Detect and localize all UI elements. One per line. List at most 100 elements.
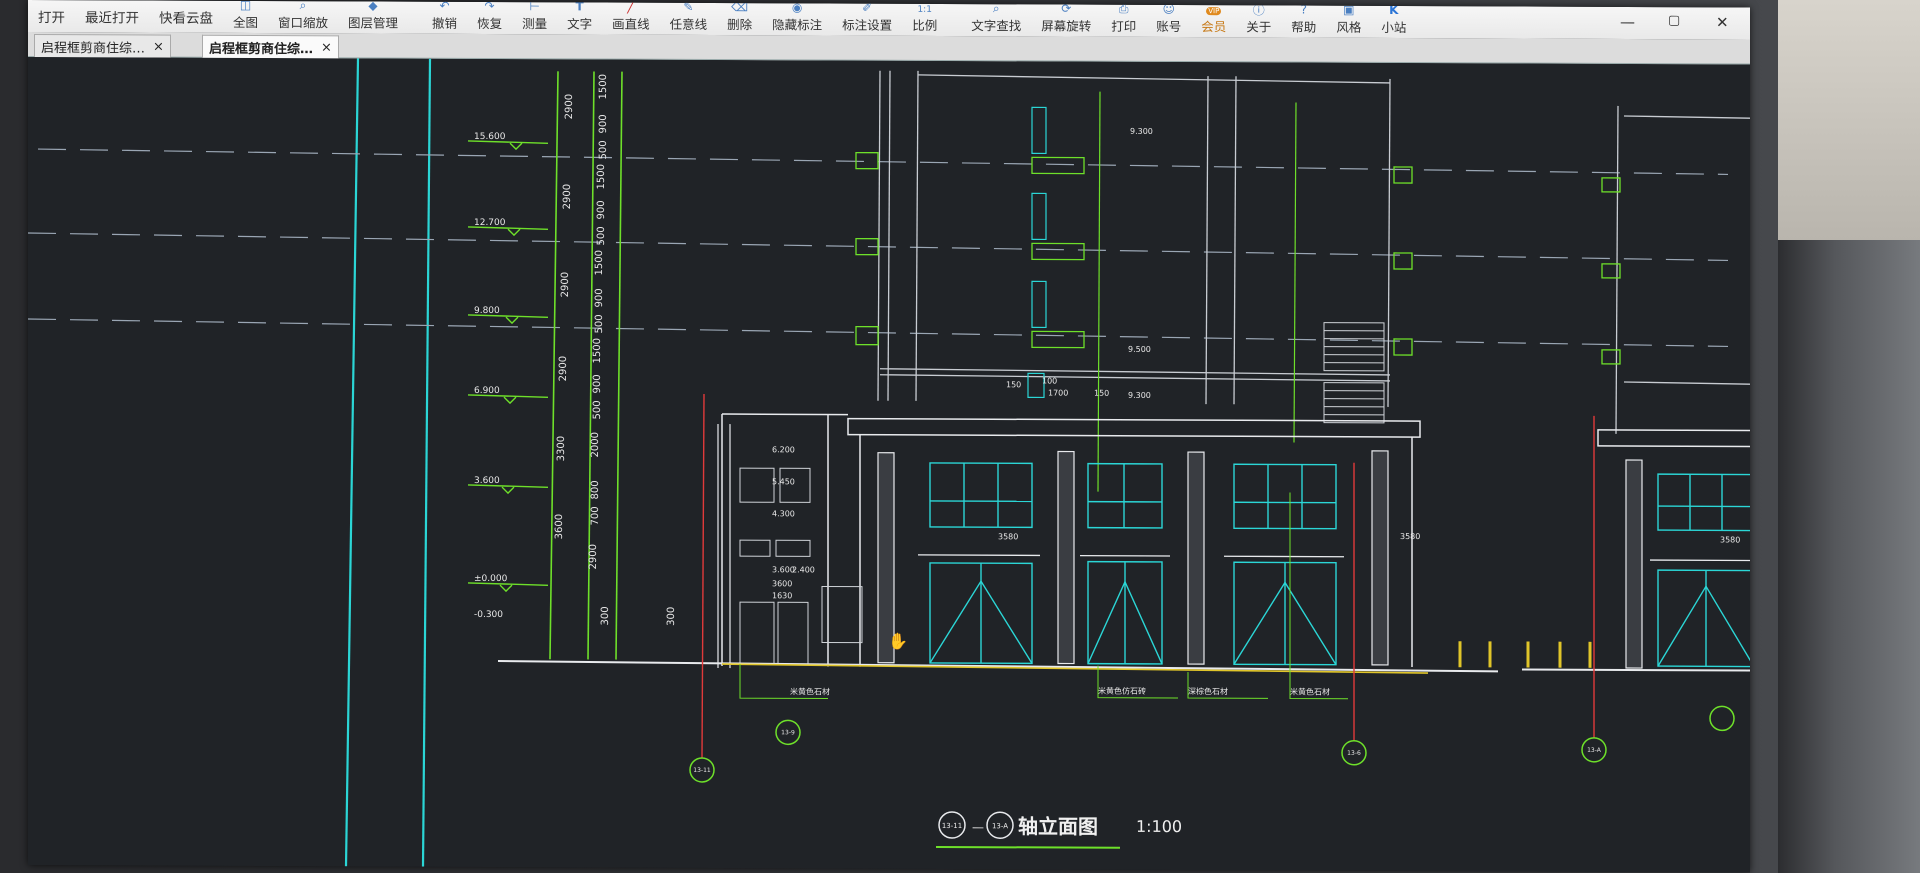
toolbar-label: 文字	[567, 16, 593, 32]
annotation: 9.300	[1128, 391, 1151, 400]
undo-icon: ↶	[439, 0, 450, 13]
toolbar-measure-button[interactable]: ⊢ 测量	[512, 0, 557, 34]
freehand-icon: ✎	[683, 0, 694, 14]
toolbar-label: 风格	[1336, 19, 1362, 35]
fit-view-icon: ◫	[239, 0, 252, 12]
dimension-label: 800	[590, 480, 601, 499]
material-label: 米黄色石材	[790, 686, 830, 696]
annotation: 1700	[1048, 388, 1068, 397]
annotation: 9.300	[1130, 127, 1153, 136]
axis-bubble-label: 13-6	[1347, 750, 1361, 757]
toolbar-open-button[interactable]: 打开	[28, 0, 75, 32]
dimension-label: 900	[598, 114, 609, 133]
text-icon: T	[575, 0, 584, 14]
annotation: 100	[1042, 376, 1057, 385]
toolbar-annotation-settings-button[interactable]: ✐ 标注设置	[832, 0, 902, 36]
dimension-label: 500	[594, 314, 605, 333]
toolbar-label: 任意线	[669, 16, 708, 32]
toolbar-vip-button[interactable]: VIP 会员	[1191, 5, 1236, 37]
tab-close-icon[interactable]: ×	[153, 39, 164, 54]
toolbar-account-button[interactable]: ☺ 账号	[1146, 1, 1191, 37]
elevation-label: 15.600	[474, 132, 506, 142]
toolbar-zoom-window-button[interactable]: ⌕ 窗口缩放	[268, 0, 338, 33]
toolbar-hide-annotation-button[interactable]: ◉ 隐藏标注	[762, 0, 832, 35]
line-icon: ╱	[627, 0, 635, 14]
toolbar-cloud-button[interactable]: 快看云盘	[149, 1, 223, 33]
annotation: 3580	[998, 532, 1018, 541]
toolbar-label: 画直线	[612, 16, 650, 32]
toolbar-text-search-button[interactable]: ⌕ 文字查找	[961, 1, 1031, 36]
toolbar-layers-button[interactable]: ◆ 图层管理	[338, 0, 408, 33]
toolbar-label: 账号	[1156, 18, 1182, 35]
annotation: 3580	[1400, 532, 1420, 541]
eraser-icon: ⌫	[731, 0, 749, 15]
material-label: 米黄色仿石砖	[1098, 686, 1146, 696]
toolbar-label: 帮助	[1291, 19, 1317, 35]
hide-annotation-icon: ◉	[791, 0, 803, 15]
toolbar-label: 测量	[522, 16, 548, 32]
toolbar-fit-view-button[interactable]: ◫ 全图	[223, 0, 268, 33]
dimension-label: 2000	[590, 432, 601, 458]
tab-document-2[interactable]: 启程框剪商住综… ×	[202, 34, 339, 59]
dimension-label: 1500	[598, 74, 609, 100]
dimension-label: 3600	[554, 514, 565, 540]
elevation-label: 12.700	[474, 218, 506, 228]
annotation: 5.450	[772, 477, 795, 486]
title-axis-left: 13-11	[942, 822, 962, 830]
print-icon: ⎙	[1118, 1, 1129, 16]
monitor-photo: 打开 最近打开 快看云盘 ◫ 全图 ⌕ 窗口缩放 ◆ 图层管理 ↶ 撤销 ↷ 恢复 ⊢ 测量…	[0, 0, 1920, 873]
toolbar-redo-button[interactable]: ↷ 恢复	[467, 0, 512, 34]
axis-bubble-label: 13-9	[781, 729, 795, 736]
toolbar-scale-button[interactable]: 1:1 比例	[902, 4, 947, 36]
minimize-button[interactable]: —	[1620, 13, 1635, 31]
tab-document-1[interactable]: 启程框剪商住综… ×	[34, 34, 171, 58]
toolbar-label: 撤销	[432, 15, 458, 31]
toolbar-rotate-button[interactable]: ⟳ 屏幕旋转	[1031, 2, 1101, 36]
help-icon: ?	[1300, 2, 1307, 17]
dimension-label: 2900	[558, 356, 569, 382]
dimension-label: 300	[666, 607, 677, 626]
account-icon: ☺	[1162, 1, 1175, 17]
annotation-settings-icon: ✐	[862, 0, 873, 15]
cad-drawing-canvas[interactable]: 15.600 12.700 9.800 6.900 3.600 ±0.000 -…	[28, 57, 1750, 873]
monitor-bezel	[1778, 0, 1920, 873]
toolbar-line-button[interactable]: ╱ 画直线	[602, 0, 660, 35]
close-window-button[interactable]: ✕	[1716, 13, 1729, 31]
dimension-label: 700	[590, 506, 601, 525]
toolbar-about-button[interactable]: ⓘ 关于	[1236, 2, 1281, 37]
toolbar-label: 恢复	[477, 15, 503, 32]
annotation: 2.400	[792, 565, 815, 574]
annotation: 150	[1006, 380, 1021, 389]
dimension-label: 900	[596, 200, 607, 219]
elevation-label: ±0.000	[474, 574, 508, 584]
toolbar-undo-button[interactable]: ↶ 撤销	[422, 0, 467, 34]
app-window: 打开 最近打开 快看云盘 ◫ 全图 ⌕ 窗口缩放 ◆ 图层管理 ↶ 撤销 ↷ 恢复 ⊢ 测量…	[28, 0, 1750, 873]
toolbar-delete-button[interactable]: ⌫ 删除	[717, 0, 762, 35]
toolbar-print-button[interactable]: ⎙ 打印	[1101, 1, 1146, 37]
elevation-label: -0.300	[474, 610, 503, 620]
annotation: 3580	[1720, 535, 1740, 544]
toolbar-label: 会员	[1201, 19, 1227, 35]
tab-close-icon[interactable]: ×	[321, 40, 332, 55]
title-separator: —	[972, 820, 984, 834]
toolbar-label: 隐藏标注	[772, 17, 823, 33]
about-icon: ⓘ	[1252, 2, 1265, 17]
toolbar-recent-button[interactable]: 最近打开	[75, 0, 149, 32]
toolbar-freehand-button[interactable]: ✎ 任意线	[660, 0, 718, 35]
toolbar-label: 删除	[727, 17, 753, 33]
dimension-label: 1500	[594, 250, 605, 276]
maximize-button[interactable]: ▢	[1668, 13, 1680, 28]
dimension-label: 3300	[556, 436, 567, 462]
toolbar-label: 标注设置	[842, 17, 893, 33]
dimension-label: 300	[600, 606, 611, 625]
toolbar-label: 全图	[233, 14, 259, 31]
toolbar-label: 关于	[1246, 19, 1272, 35]
scale-icon: 1:1	[917, 4, 932, 15]
toolbar-station-button[interactable]: K 小站	[1371, 3, 1416, 38]
dimension-label: 500	[592, 400, 603, 419]
toolbar-help-button[interactable]: ? 帮助	[1281, 2, 1326, 37]
dimension-label: 2900	[564, 94, 575, 120]
toolbar-text-button[interactable]: T 文字	[557, 0, 602, 34]
annotation: 6.200	[772, 445, 795, 454]
toolbar-style-button[interactable]: ▣ 风格	[1326, 3, 1371, 38]
